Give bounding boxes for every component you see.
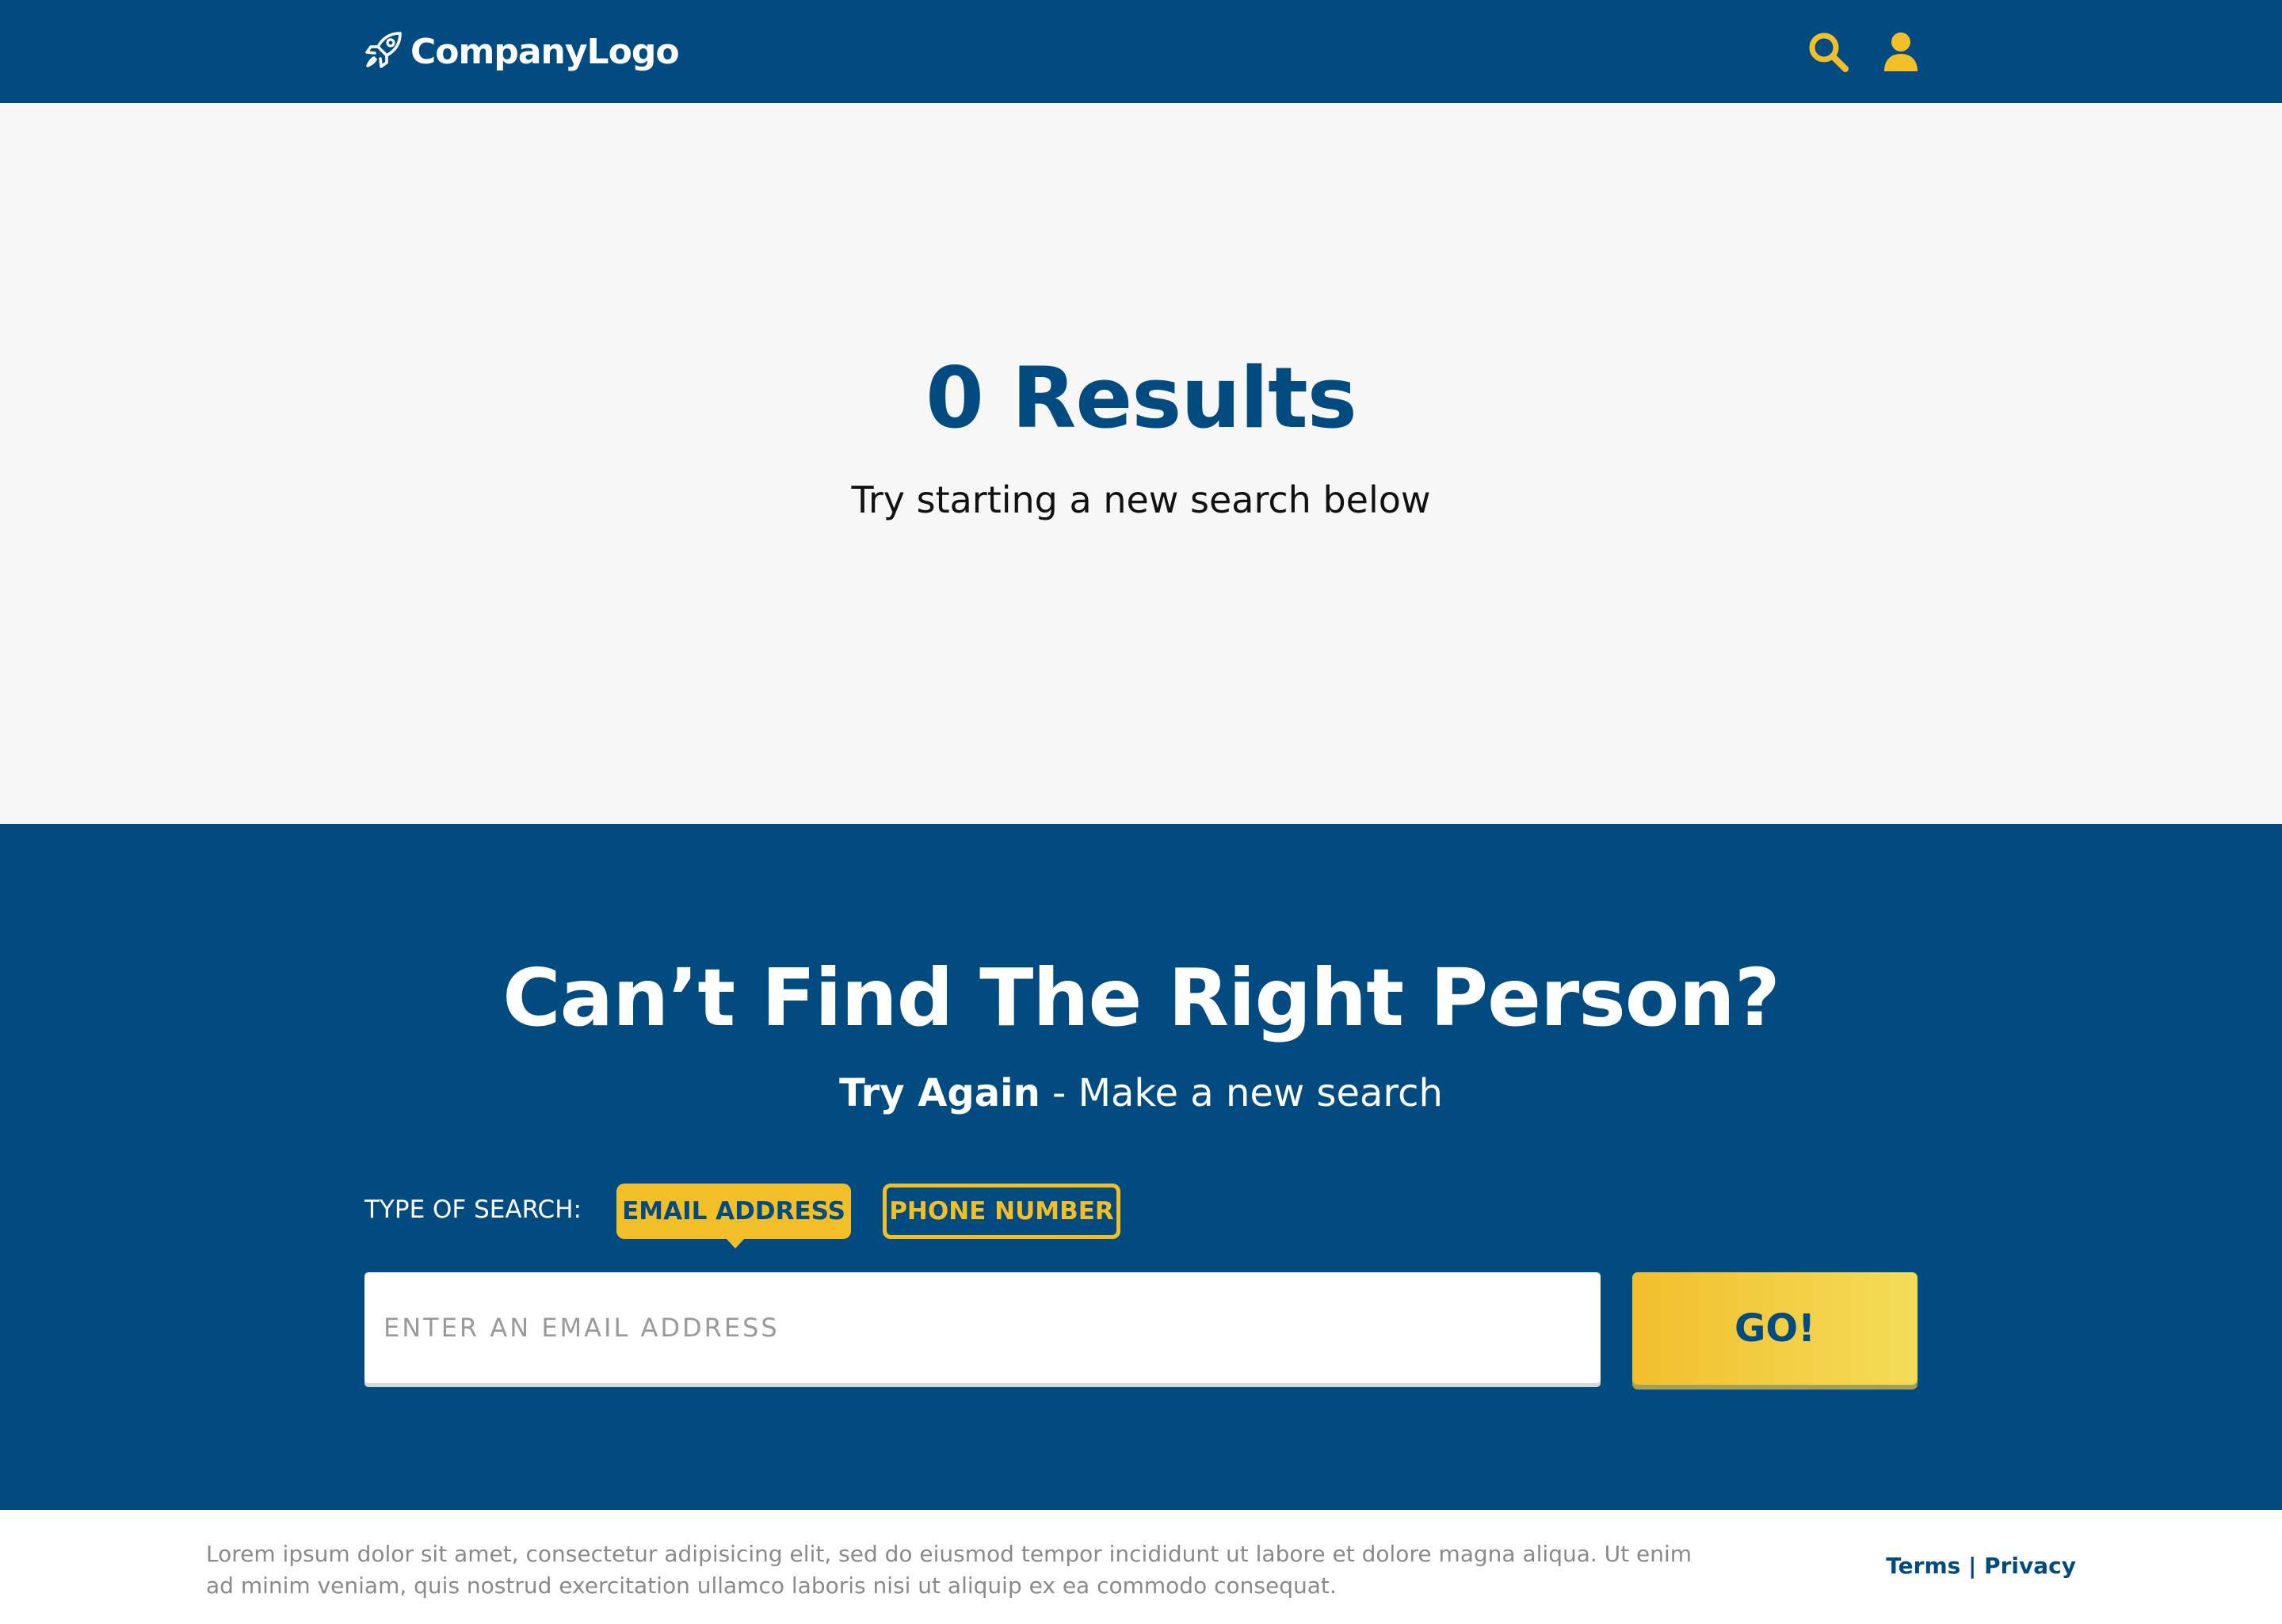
user-icon[interactable] (1878, 29, 1924, 74)
email-search-input[interactable] (364, 1272, 1601, 1383)
results-count-title: 0 Results (925, 349, 1357, 447)
terms-link[interactable]: Terms (1886, 1553, 1960, 1579)
new-search-section: Can’t Find The Right Person? Try Again -… (0, 824, 2282, 1510)
rocket-icon (363, 29, 410, 74)
footer-disclaimer: Lorem ipsum dolor sit amet, consectetur … (206, 1541, 1692, 1599)
results-section: 0 Results Try starting a new search belo… (0, 103, 2282, 824)
footer-link-separator: | (1960, 1553, 1985, 1579)
footer-links: Terms | Privacy (1886, 1553, 2076, 1579)
go-button[interactable]: GO! (1632, 1272, 1918, 1385)
company-logo[interactable]: CompanyLogo (363, 27, 680, 76)
search-icon[interactable] (1805, 29, 1851, 74)
search-type-email-tab[interactable]: EMAIL ADDRESS (616, 1184, 851, 1248)
results-subtitle: Try starting a new search below (851, 478, 1431, 521)
footer: Lorem ipsum dolor sit amet, consectetur … (0, 1510, 2282, 1624)
logo-text: CompanyLogo (410, 31, 680, 72)
search-type-label: TYPE OF SEARCH: (364, 1195, 582, 1224)
top-nav-bar: CompanyLogo (0, 0, 2282, 103)
privacy-link[interactable]: Privacy (1984, 1553, 2076, 1579)
search-cta-subtitle: Try Again - Make a new search (0, 1074, 2282, 1112)
search-type-phone-tab[interactable]: PHONE NUMBER (883, 1184, 1120, 1239)
search-cta-title: Can’t Find The Right Person? (502, 951, 1780, 1044)
make-new-search-label: - Make a new search (1040, 1071, 1443, 1115)
try-again-label: Try Again (839, 1071, 1040, 1115)
